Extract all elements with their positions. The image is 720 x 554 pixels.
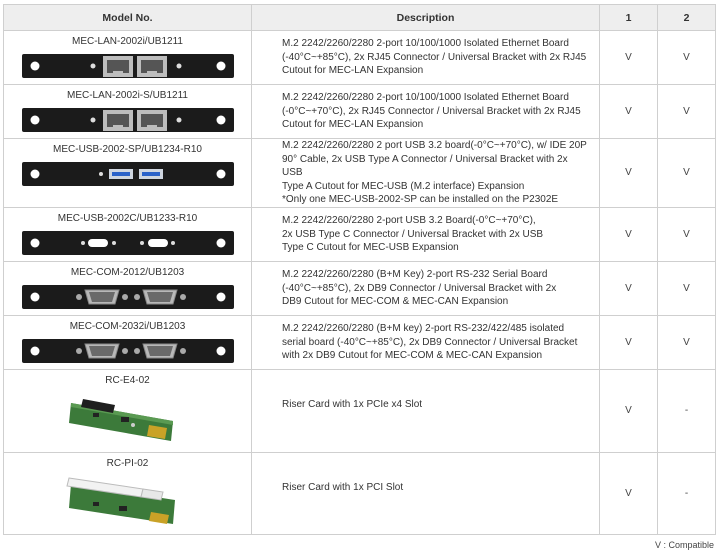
model-name: RC-PI-02: [106, 457, 149, 469]
table-row: MEC-COM-2012/UB1203 M.2 2242/2260/2280 (…: [3, 260, 716, 316]
description-cell: M.2 2242/2260/2280 (B+M key) 2-port RS-2…: [251, 314, 600, 370]
model-cell: MEC-COM-2012/UB1203: [3, 260, 252, 316]
model-name: MEC-LAN-2002i-S/UB1211: [67, 90, 188, 101]
compat-col-1: V: [599, 451, 658, 535]
model-cell: RC-E4-02: [3, 368, 252, 453]
bracket-2x-rj45-image: [21, 54, 234, 78]
description-cell: Riser Card with 1x PCIe x4 Slot: [251, 368, 600, 453]
description-text: M.2 2242/2260/2280 2-port USB 3.2 Board(…: [282, 215, 544, 254]
compat-col-2: V: [657, 138, 716, 208]
compat-col-1: V: [599, 138, 658, 208]
compat-col-1: V: [599, 30, 658, 85]
compatibility-legend: V : Compatible: [654, 540, 714, 550]
model-name: MEC-COM-2012/UB1203: [70, 266, 185, 278]
riser-card-pci-image: [65, 477, 175, 524]
compat-col-1: V: [599, 260, 658, 316]
compat-col-2: V: [657, 30, 716, 85]
compat-col-2: V: [657, 314, 716, 370]
description-cell: M.2 2242/2260/2280 2-port USB 3.2 Board(…: [251, 206, 600, 262]
compatibility-table: Model No. Description 1 2 MEC-LAN-2002i/…: [3, 4, 716, 535]
description-cell: M.2 2242/2260/2280 2-port 10/100/1000 Is…: [251, 84, 600, 139]
description-cell: M.2 2242/2260/2280 2-port 10/100/1000 Is…: [251, 30, 600, 85]
description-cell: Riser Card with 1x PCI Slot: [251, 451, 600, 535]
compat-col-2: V: [657, 206, 716, 262]
table-row: RC-E4-02 Riser Card with 1x PCIe x4 Slot…: [3, 368, 716, 453]
compat-col-1: V: [599, 314, 658, 370]
compat-col-1: V: [599, 84, 658, 139]
compat-col-1: V: [599, 206, 658, 262]
table-header-row: Model No. Description 1 2: [3, 4, 716, 31]
description-text: M.2 2242/2260/2280 2-port 10/100/1000 Is…: [282, 38, 587, 77]
header-model: Model No.: [3, 4, 252, 31]
model-cell: MEC-LAN-2002i-S/UB1211: [3, 84, 252, 139]
bracket-2x-rj45-image: [21, 108, 234, 132]
description-text: Riser Card with 1x PCI Slot: [282, 481, 404, 493]
bracket-2x-usb-c-image: [21, 230, 234, 255]
description-cell: M.2 2242/2260/2280 (B+M Key) 2-port RS-2…: [251, 260, 600, 316]
compat-col-2: -: [657, 368, 716, 453]
model-cell: MEC-LAN-2002i/UB1211: [3, 30, 252, 85]
compat-col-2: V: [657, 84, 716, 139]
description-text: M.2 2242/2260/2280 (B+M key) 2-port RS-2…: [282, 323, 578, 362]
compat-col-1: V: [599, 368, 658, 453]
bracket-2x-db9-image: [21, 338, 234, 363]
model-name: MEC-USB-2002C/UB1233-R10: [57, 212, 198, 224]
page: { "header": { "model": "Model No.", "des…: [0, 0, 720, 554]
header-description: Description: [251, 4, 600, 31]
riser-card-pcie-image: [68, 398, 173, 441]
table-row: RC-PI-02 Riser Card with 1x PCI Slot V -: [3, 451, 716, 535]
model-name: MEC-COM-2032i/UB1203: [69, 320, 186, 332]
table-row: MEC-USB-2002C/UB1233-R10 M.2 2242/2260/2…: [3, 206, 716, 262]
header-col-1: 1: [599, 4, 658, 31]
table-row: MEC-COM-2032i/UB1203 M.2 2242/2260/2280 …: [3, 314, 716, 370]
description-text: M.2 2242/2260/2280 2 port USB 3.2 board(…: [282, 140, 587, 206]
model-name: MEC-USB-2002-SP/UB1234-R10: [53, 144, 202, 155]
model-name: MEC-LAN-2002i/UB1211: [72, 36, 183, 47]
model-cell: RC-PI-02: [3, 451, 252, 535]
description-text: M.2 2242/2260/2280 (B+M Key) 2-port RS-2…: [282, 269, 557, 308]
bracket-2x-usb-a-image: [21, 162, 234, 186]
model-cell: MEC-COM-2032i/UB1203: [3, 314, 252, 370]
model-cell: MEC-USB-2002-SP/UB1234-R10: [3, 138, 252, 208]
table-row: MEC-LAN-2002i-S/UB1211 M.2 2242/2260/228…: [3, 84, 716, 139]
bracket-2x-db9-image: [21, 284, 234, 309]
description-text: M.2 2242/2260/2280 2-port 10/100/1000 Is…: [282, 92, 581, 131]
table-row: MEC-USB-2002-SP/UB1234-R10 M.2 2242/2260…: [3, 138, 716, 208]
compat-col-2: -: [657, 451, 716, 535]
model-name: RC-E4-02: [105, 374, 150, 386]
header-col-2: 2: [657, 4, 716, 31]
compat-col-2: V: [657, 260, 716, 316]
description-cell: M.2 2242/2260/2280 2 port USB 3.2 board(…: [251, 138, 600, 208]
description-text: Riser Card with 1x PCIe x4 Slot: [282, 398, 423, 410]
model-cell: MEC-USB-2002C/UB1233-R10: [3, 206, 252, 262]
table-row: MEC-LAN-2002i/UB1211 M.2 2242/2260/2280 …: [3, 30, 716, 85]
